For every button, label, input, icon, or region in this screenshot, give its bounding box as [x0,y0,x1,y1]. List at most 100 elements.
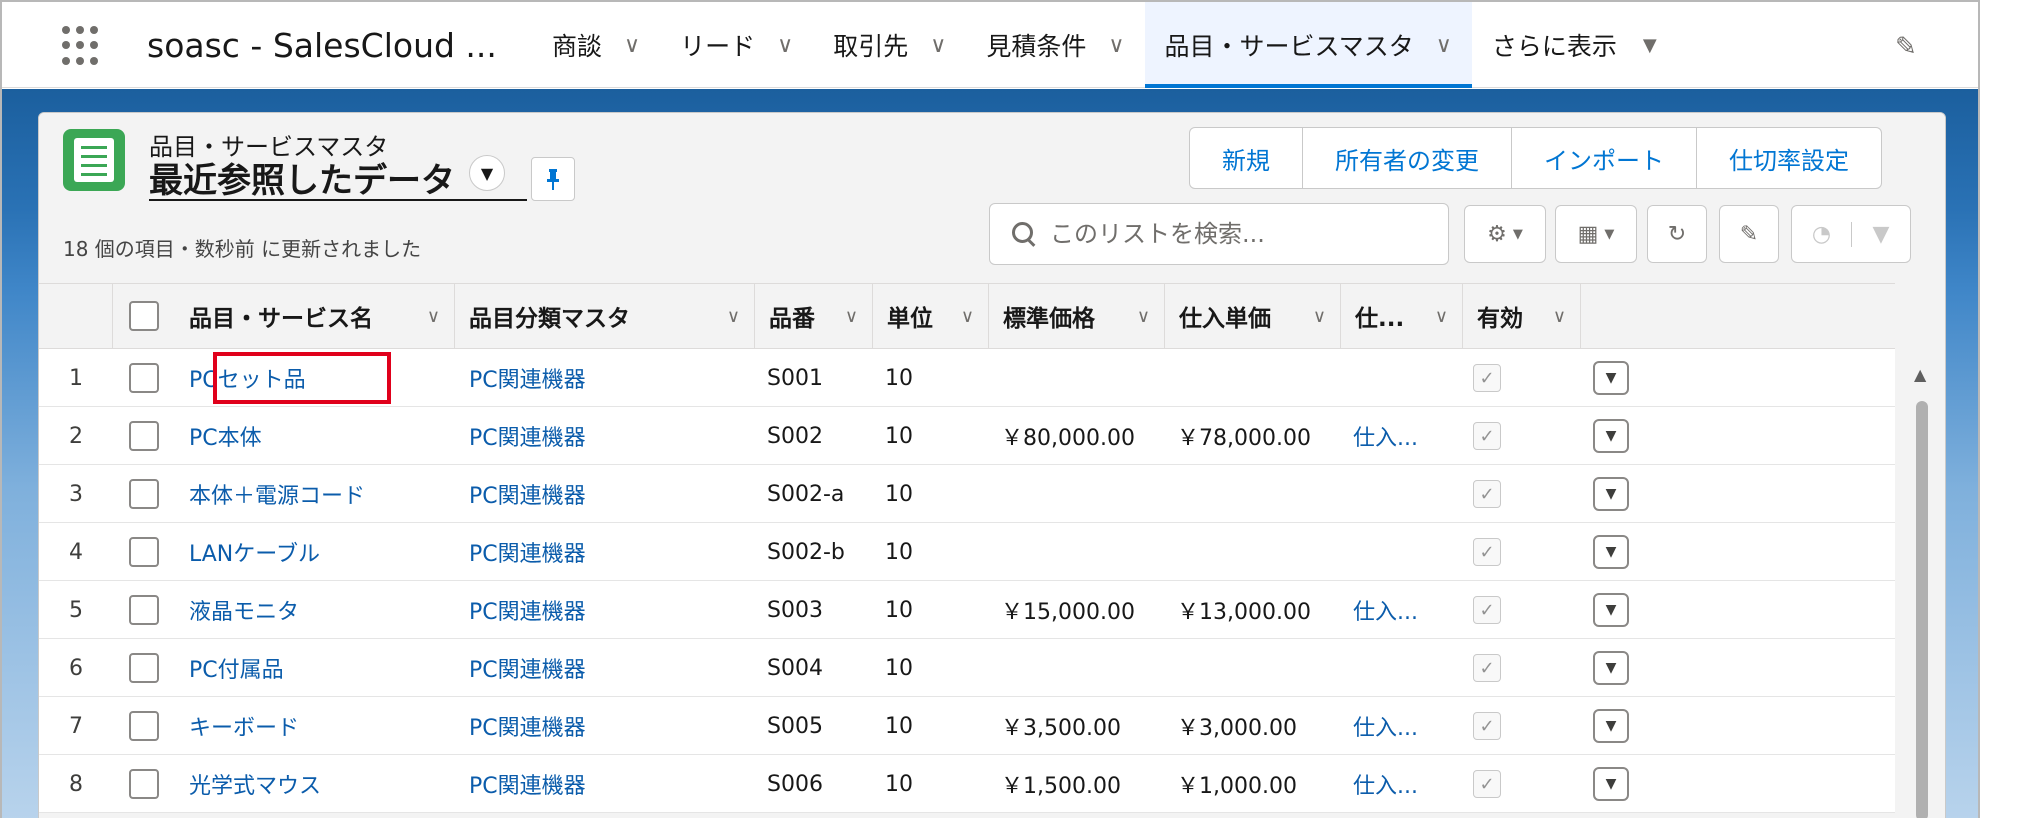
category-link[interactable]: PC関連機器 [469,581,586,639]
row-number: 4 [69,539,83,565]
row-checkbox[interactable] [129,537,159,567]
product-name-link[interactable]: 光学式マウス [189,755,321,813]
table-body: 1 PCセット品 PC関連機器 S001 10 ✓ ▼ 2 PC本体 PC関連機器 S002 10 ￥8… [39,349,1895,813]
row-checkbox[interactable] [129,421,159,451]
row-number: 1 [69,365,83,391]
category-link[interactable]: PC関連機器 [469,697,586,755]
row-menu-caret-down-icon[interactable]: ▼ [1593,477,1629,511]
row-number: 6 [69,655,83,681]
scrollbar-thumb[interactable] [1916,401,1928,818]
category-link[interactable]: PC関連機器 [469,755,586,813]
row-menu-caret-down-icon[interactable]: ▼ [1593,361,1629,395]
product-name-link[interactable]: PC本体 [189,407,262,465]
chevron-down-icon[interactable]: ∨ [777,33,793,58]
edit-nav-pencil-icon[interactable]: ✎ [1895,32,1925,62]
supplier-link[interactable]: 仕入... [1353,407,1418,465]
chevron-down-icon[interactable]: ∨ [1436,33,1452,58]
pin-icon[interactable] [531,157,575,201]
new-button[interactable]: 新規 [1190,128,1303,188]
category-link[interactable]: PC関連機器 [469,349,586,407]
list-view-name[interactable]: 最近参照したデータ [149,153,455,202]
vertical-scrollbar[interactable]: ▲ [1911,353,1933,818]
product-code-cell: S002-a [767,481,845,507]
supplier-link[interactable]: 仕入... [1353,697,1418,755]
chevron-down-icon[interactable]: ∨ [930,33,946,58]
product-code-cell: S001 [767,365,823,391]
table-row: 3 本体＋電源コード PC関連機器 S002-a 10 ✓ ▼ [39,465,1895,523]
supplier-link[interactable]: 仕入... [1353,581,1418,639]
category-link[interactable]: PC関連機器 [469,523,586,581]
row-checkbox[interactable] [129,711,159,741]
column-header-active[interactable]: 有効 ∨ [1463,284,1581,348]
change-owner-button[interactable]: 所有者の変更 [1303,128,1512,188]
display-as-button[interactable]: ▦ ▼ [1555,205,1637,263]
product-code-cell: S002 [767,423,823,449]
active-cell: ✓ [1473,639,1501,697]
list-view-switcher-chevron-down-icon[interactable]: ▼ [469,155,505,191]
column-header-product-name[interactable]: 品目・サービス名 ∨ [175,284,455,348]
row-menu-caret-down-icon[interactable]: ▼ [1593,767,1629,801]
row-checkbox[interactable] [129,479,159,509]
scroll-up-icon[interactable]: ▲ [1914,365,1926,384]
row-checkbox[interactable] [129,595,159,625]
category-link[interactable]: PC関連機器 [469,407,586,465]
chevron-down-icon[interactable]: ∨ [624,33,640,58]
column-header-standard-price[interactable]: 標準価格 ∨ [989,284,1165,348]
product-name-link[interactable]: 本体＋電源コード [189,465,365,523]
row-menu-caret-down-icon[interactable]: ▼ [1593,709,1629,743]
chevron-down-icon[interactable]: ∨ [427,306,440,327]
row-checkbox[interactable] [129,363,159,393]
row-checkbox[interactable] [129,769,159,799]
chevron-down-icon[interactable]: ∨ [1313,306,1326,327]
row-menu-caret-down-icon[interactable]: ▼ [1593,535,1629,569]
product-name-link[interactable]: LANケーブル [189,523,320,581]
category-link[interactable]: PC関連機器 [469,465,586,523]
row-menu-caret-down-icon[interactable]: ▼ [1593,593,1629,627]
rate-setting-button[interactable]: 仕切率設定 [1697,128,1881,188]
select-all-checkbox[interactable] [129,301,159,331]
supplier-link[interactable]: 仕入... [1353,755,1418,813]
nav-tab-quote-terms[interactable]: 見積条件 ∨ [966,2,1144,88]
nav-tabs: 商談 ∨ リード ∨ 取引先 ∨ 見積条件 ∨ 品目・サービスマスタ ∨ さらに… [532,2,1677,88]
product-name-link[interactable]: 液晶モニタ [189,581,299,639]
row-actions-cell: ▼ [1593,349,1629,407]
active-cell: ✓ [1473,407,1501,465]
list-settings-button[interactable]: ⚙ ▼ [1464,205,1546,263]
checkmark-icon: ✓ [1473,538,1501,566]
search-input[interactable] [1050,220,1430,248]
column-header-category[interactable]: 品目分類マスタ ∨ [455,284,755,348]
chevron-down-icon[interactable]: ∨ [961,306,974,327]
nav-more[interactable]: さらに表示 ▼ [1472,2,1677,88]
category-link[interactable]: PC関連機器 [469,639,586,697]
chevron-down-icon[interactable]: ∨ [1137,306,1150,327]
nav-tab-product-master[interactable]: 品目・サービスマスタ ∨ [1144,2,1473,88]
nav-tab-opportunities[interactable]: 商談 ∨ [532,2,660,88]
nav-tab-leads[interactable]: リード ∨ [660,2,813,88]
list-view-header: 品目・サービスマスタ 最近参照したデータ ▼ 18 個の項目・数秒前 に更新され… [39,113,1945,283]
column-header-unit[interactable]: 単位 ∨ [873,284,989,348]
app-launcher-icon[interactable] [60,24,104,68]
refresh-button[interactable]: ↻ [1647,205,1707,263]
chevron-down-icon[interactable]: ∨ [1553,306,1566,327]
chevron-down-icon[interactable]: ∨ [1435,306,1448,327]
row-checkbox[interactable] [129,653,159,683]
app-name: soasc - SalesCloud ... [147,26,497,65]
chevron-down-icon[interactable]: ∨ [845,306,858,327]
column-header-code[interactable]: 品番 ∨ [755,284,873,348]
row-menu-caret-down-icon[interactable]: ▼ [1593,651,1629,685]
row-select-cell [113,581,175,639]
nav-tab-accounts[interactable]: 取引先 ∨ [813,2,966,88]
chevron-down-icon[interactable]: ∨ [727,306,740,327]
inline-edit-button[interactable]: ✎ [1719,205,1779,263]
import-button[interactable]: インポート [1512,128,1697,188]
product-name-link[interactable]: キーボード [189,697,299,755]
column-label: 仕... [1355,306,1405,332]
row-menu-caret-down-icon[interactable]: ▼ [1593,419,1629,453]
nav-tab-label: リード [680,32,756,61]
standard-price-cell: ￥3,500.00 [1001,716,1121,741]
column-header-supplier[interactable]: 仕... ∨ [1341,284,1463,348]
product-name-link[interactable]: PC付属品 [189,639,284,697]
column-header-unit-cost[interactable]: 仕入単価 ∨ [1165,284,1341,348]
product-name-link[interactable]: PCセット品 [189,349,306,407]
chevron-down-icon[interactable]: ∨ [1108,33,1124,58]
